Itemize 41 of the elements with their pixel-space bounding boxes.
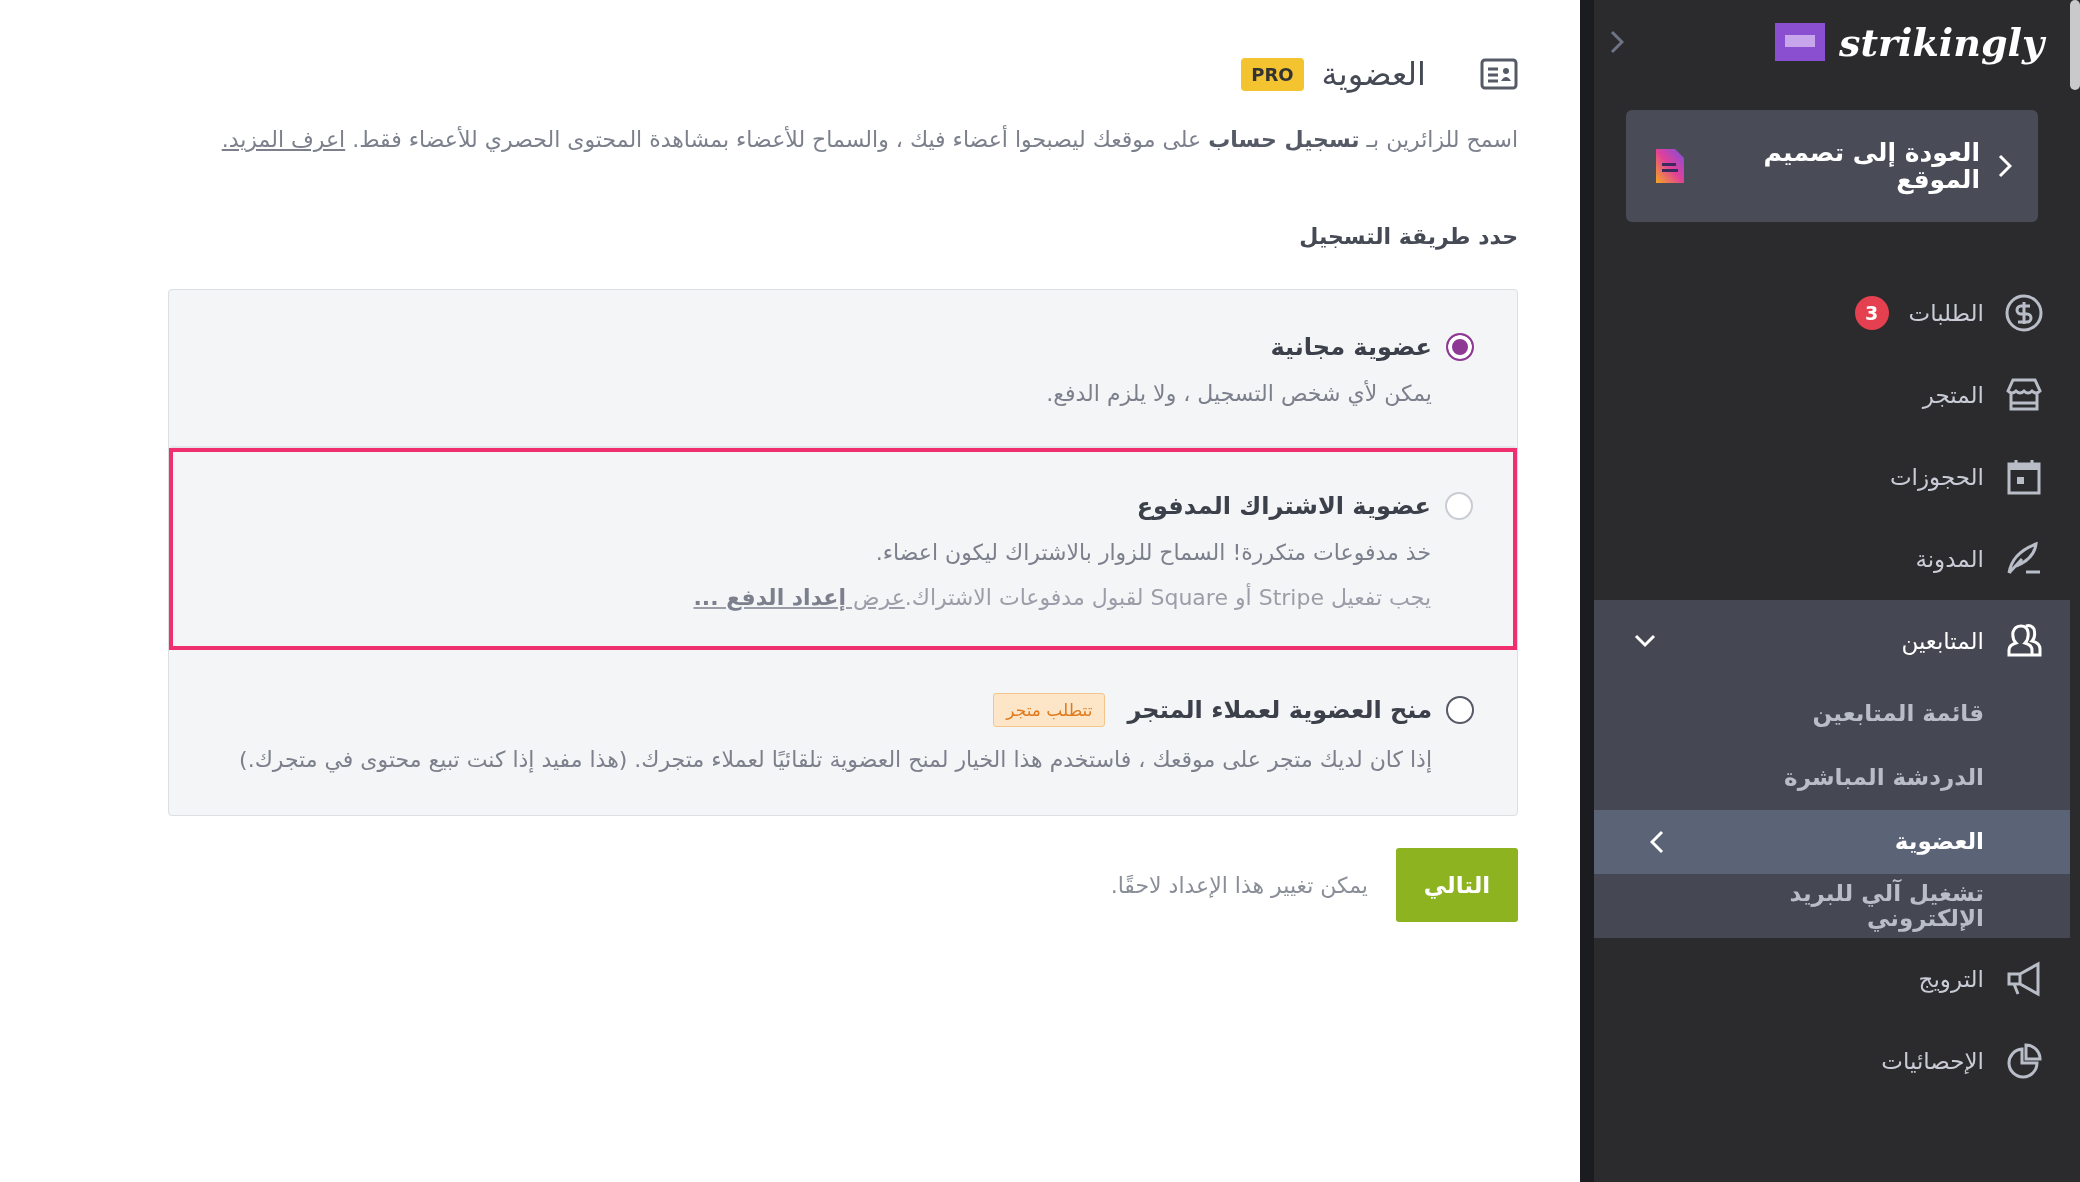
option-card[interactable]: عضوية مجانية يمكن لأي شخص التسجيل ، ولا يلزم الدفع. [169,290,1517,448]
option-card[interactable]: منح العضوية لعملاء المتجر تتطلب متجر إذا كان لديك متجر على موقعك ، فاستخدم هذا الخيار لمنح العضوية تلقائيًا لعملاء متجرك. (هذا مفيد إذا كنت تبيع محتوى في متجرك.) [169,650,1517,815]
sub-nav-item[interactable]: تشغيل آلي للبريد الإلكتروني [1594,874,2070,938]
logo-text: strikingly [1839,19,2044,65]
chevron-down-icon [1634,634,1656,648]
sub-nav-item[interactable]: الدردشة المباشرة [1594,746,2070,810]
nav-item[interactable]: الإحصائيات [1594,1020,2070,1102]
option-description: إذا كان لديك متجر على موقعك ، فاستخدم هذا الخيار لمنح العضوية تلقائيًا لعملاء متجرك. (هذا مفيد إذا كنت تبيع محتوى في متجرك.) [238,746,1432,775]
section-label: حدد طريقة التسجيل [1298,224,1518,249]
sub-nav-item[interactable]: العضوية [1594,810,2070,874]
nav-item[interactable]: الحجوزات [1594,436,2070,518]
page-title: العضوية [1321,55,1426,93]
chevron-right-icon [1998,154,2012,178]
scrollbar-thumb[interactable] [2070,0,2080,90]
pro-badge: PRO [1241,57,1304,91]
chevron-left-icon [1650,830,1664,854]
option-description: يمكن لأي شخص التسجيل ، ولا يلزم الدفع. [1045,379,1432,408]
nav-item[interactable]: المتابعين [1594,600,2070,682]
logo-icon [1775,23,1826,61]
radio-button[interactable] [1446,696,1474,724]
option-title: منح العضوية لعملاء المتجر [1127,696,1432,724]
sub-nav-item[interactable]: قائمة المتابعين [1594,682,2070,746]
option-note: يجب تفعيل Stripe أو Square لقبول مدفوعات الاشتراك.عرض إعداد الدفع ... [692,585,1431,610]
back-card[interactable]: العودة إلى تصميم الموقع [1626,110,2038,222]
learn-more-link[interactable]: اعرف المزيد. [221,127,346,152]
radio-button[interactable] [1446,333,1474,361]
count-badge: 3 [1854,296,1889,330]
requirement-tag: تتطلب متجر [993,693,1106,727]
hint-text: يمكن تغيير هذا الإعداد لاحقًا. [1110,872,1368,898]
chevron-right-icon [1610,30,1624,54]
id-card-icon [1480,58,1518,90]
nav-item[interactable]: المدونة [1594,518,2070,600]
nav-item[interactable]: الترويج [1594,938,2070,1020]
back-card-label: العودة إلى تصميم الموقع [1762,138,1980,194]
nav-item[interactable]: المتجر [1594,354,2070,436]
option-title: عضوية الاشتراك المدفوع [1136,492,1431,520]
option-title: عضوية مجانية [1270,333,1432,361]
dollar-icon [2004,293,2044,333]
option-description: خذ مدفوعات متكررة! السماح للزوار بالاشتراك ليكون اعضاء. [874,539,1431,567]
document-icon [1656,149,1684,183]
description-text: اسمح للزائرين بـ تسجيل حساب على موقعك ليصبحوا أعضاء فيك ، والسماح للأعضاء بمشاهدة المحتوى الحصري للأعضاء فقط. اعرف المزيد. [220,127,1518,152]
